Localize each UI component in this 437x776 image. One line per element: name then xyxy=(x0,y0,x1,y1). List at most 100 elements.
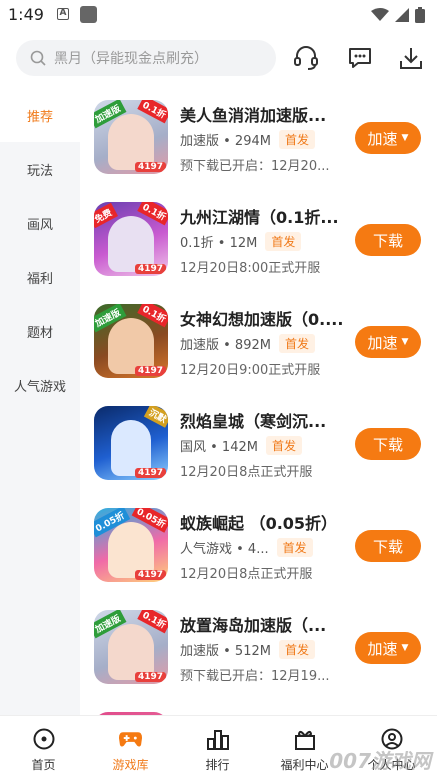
status-badge: 首发 xyxy=(278,130,315,149)
customer-service-button[interactable] xyxy=(290,42,322,74)
chat-icon xyxy=(349,48,371,68)
game-list: 加速版 0.1折 4197 美人鱼消消加速版... 加速版 • 294M 首发 预… xyxy=(80,88,437,715)
tab-game-library[interactable]: 游戏库 xyxy=(87,716,174,776)
game-title: 女神幻想加速版（0.... xyxy=(180,310,344,329)
game-subtitle: 12月20日8点正式开服 xyxy=(180,465,313,480)
button-label: 加速 xyxy=(367,129,398,148)
game-meta-text: 人气游戏 • 4... xyxy=(180,542,269,557)
status-badge: 首发 xyxy=(265,436,302,455)
gift-icon xyxy=(292,726,317,751)
game-meta: 0.1折 • 12M 首发 xyxy=(180,232,302,251)
home-icon xyxy=(31,726,56,751)
notification-square-icon xyxy=(80,6,97,23)
wifi-icon xyxy=(371,8,389,21)
game-title: 九州江湖情（0.1折... xyxy=(180,208,339,227)
game-meta-text: 加速版 • 512M xyxy=(180,644,271,659)
game-meta-text: 国风 • 142M xyxy=(180,440,258,455)
sidebar-item-popular[interactable]: 人气游戏 xyxy=(0,358,80,412)
search-row: 黑月（异能现金点刷充） xyxy=(0,38,437,78)
game-meta: 人气游戏 • 4... 首发 xyxy=(180,538,313,557)
game-subtitle: 12月20日8点正式开服 xyxy=(180,567,313,582)
sidebar-item-gameplay[interactable]: 玩法 xyxy=(0,142,80,196)
search-input[interactable]: 黑月（异能现金点刷充） xyxy=(16,40,276,76)
tab-label: 游戏库 xyxy=(112,758,149,772)
download-icon xyxy=(400,48,422,69)
button-label: 下载 xyxy=(372,231,403,250)
tab-label: 首页 xyxy=(31,758,56,772)
button-label: 加速 xyxy=(367,639,398,658)
game-subtitle: 12月20日9:00正式开服 xyxy=(180,363,321,378)
bottom-tab-bar: 首页 游戏库 排行 福利中心 个人中心 007游戏网 xyxy=(0,715,437,776)
tab-label: 排行 xyxy=(205,758,230,772)
gamepad-icon xyxy=(118,726,143,751)
platform-badge: 4197 xyxy=(134,366,166,376)
game-meta-text: 加速版 • 892M xyxy=(180,338,271,353)
messages-button[interactable] xyxy=(344,42,376,74)
list-item[interactable]: 加速版 0.1折 4197 美人鱼消消加速版... 加速版 • 294M 首发 预… xyxy=(80,88,437,190)
headset-icon xyxy=(294,46,318,70)
list-item[interactable]: 0.05折 0.05折 4197 蚁族崛起 （0.05折） 人气游戏 • 4..… xyxy=(80,496,437,598)
accelerate-button[interactable]: 加速 ▼ xyxy=(355,632,421,664)
game-meta: 加速版 • 892M 首发 xyxy=(180,334,315,353)
button-label: 下载 xyxy=(372,435,403,454)
status-bar: 1:49 A xyxy=(0,0,437,30)
game-meta-text: 加速版 • 294M xyxy=(180,134,271,149)
caret-down-icon: ▼ xyxy=(401,337,409,347)
game-title: 放置海岛加速版（... xyxy=(180,616,327,635)
sidebar-item-theme[interactable]: 题材 xyxy=(0,304,80,358)
game-icon[interactable]: 沉默 4197 xyxy=(94,406,168,480)
download-button[interactable]: 下载 xyxy=(355,530,421,562)
game-meta: 加速版 • 294M 首发 xyxy=(180,130,315,149)
signal-icon xyxy=(395,8,409,22)
status-badge: 首发 xyxy=(265,232,302,251)
accelerate-button[interactable]: 加速 ▼ xyxy=(355,326,421,358)
game-icon[interactable]: 加速版 0.1折 4197 xyxy=(94,304,168,378)
platform-badge: 4197 xyxy=(134,468,166,478)
battery-icon xyxy=(415,7,425,23)
game-icon[interactable]: 免费 0.1折 4197 xyxy=(94,202,168,276)
list-item[interactable]: 加速版 0.1折 4197 放置海岛加速版（... 加速版 • 512M 首发 预… xyxy=(80,598,437,700)
watermark: 007游戏网 xyxy=(329,749,431,773)
search-placeholder: 黑月（异能现金点刷充） xyxy=(54,51,208,67)
game-title: 蚁族崛起 （0.05折） xyxy=(180,514,338,533)
status-badge: 首发 xyxy=(276,538,313,557)
tab-home[interactable]: 首页 xyxy=(0,716,87,776)
download-button[interactable]: 下载 xyxy=(355,224,421,256)
game-subtitle: 预下载已开启：12月19... xyxy=(180,669,330,684)
game-icon[interactable]: 加速版 0.1折 4197 xyxy=(94,610,168,684)
notification-a-icon: A xyxy=(57,8,69,20)
platform-badge: 4197 xyxy=(134,162,166,172)
download-button[interactable]: 下载 xyxy=(355,428,421,460)
caret-down-icon: ▼ xyxy=(401,643,409,653)
sidebar-item-art-style[interactable]: 画风 xyxy=(0,196,80,250)
game-meta: 加速版 • 512M 首发 xyxy=(180,640,315,659)
sidebar-item-recommend[interactable]: 推荐 xyxy=(0,88,80,142)
game-icon[interactable]: 加速版 0.1折 4197 xyxy=(94,100,168,174)
tab-ranking[interactable]: 排行 xyxy=(174,716,261,776)
platform-badge: 4197 xyxy=(134,570,166,580)
platform-badge: 4197 xyxy=(134,672,166,682)
game-title: 烈焰皇城（寒剑沉... xyxy=(180,412,327,431)
accelerate-button[interactable]: 加速 ▼ xyxy=(355,122,421,154)
list-item[interactable]: 免费 0.1折 4197 九州江湖情（0.1折... 0.1折 • 12M 首发 … xyxy=(80,190,437,292)
list-item[interactable]: 沉默 4197 烈焰皇城（寒剑沉... 国风 • 142M 首发 12月20日8点… xyxy=(80,394,437,496)
game-subtitle: 预下载已开启：12月20... xyxy=(180,159,330,174)
search-icon xyxy=(30,50,46,66)
button-label: 加速 xyxy=(367,333,398,352)
category-sidebar: 推荐 玩法 画风 福利 题材 人气游戏 xyxy=(0,88,80,715)
status-badge: 首发 xyxy=(278,334,315,353)
game-meta: 国风 • 142M 首发 xyxy=(180,436,302,455)
platform-badge: 4197 xyxy=(134,264,166,274)
ranking-icon xyxy=(205,726,230,751)
button-label: 下载 xyxy=(372,537,403,556)
game-meta-text: 0.1折 • 12M xyxy=(180,236,258,251)
caret-down-icon: ▼ xyxy=(401,133,409,143)
status-badge: 首发 xyxy=(278,640,315,659)
game-title: 美人鱼消消加速版... xyxy=(180,106,327,125)
game-icon[interactable]: 0.05折 0.05折 4197 xyxy=(94,508,168,582)
download-manager-button[interactable] xyxy=(395,42,427,74)
list-item[interactable] xyxy=(80,700,437,715)
status-time: 1:49 xyxy=(8,5,44,24)
list-item[interactable]: 加速版 0.1折 4197 女神幻想加速版（0.... 加速版 • 892M 首发… xyxy=(80,292,437,394)
sidebar-item-welfare[interactable]: 福利 xyxy=(0,250,80,304)
